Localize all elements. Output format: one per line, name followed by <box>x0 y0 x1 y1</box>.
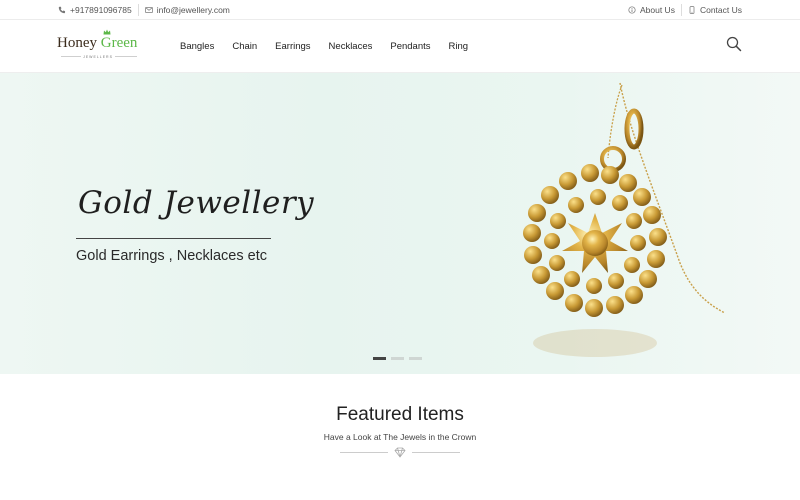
email-link[interactable]: info@jewellery.com <box>144 5 230 15</box>
mail-icon <box>144 7 153 13</box>
nav-item-chain[interactable]: Chain <box>232 41 257 52</box>
slide-dot-1[interactable] <box>373 357 386 360</box>
mobile-icon <box>689 6 695 14</box>
contact-info: +917891096785 info@jewellery.com <box>58 0 230 20</box>
brand-name: Honey Green <box>57 34 137 52</box>
contact-us-link[interactable]: Contact Us <box>688 5 742 15</box>
nav-item-necklaces[interactable]: Necklaces <box>329 41 373 52</box>
contact-us-label: Contact Us <box>699 5 742 15</box>
diamond-icon <box>394 447 406 458</box>
hero-title: Gold Jewellery <box>78 185 315 221</box>
top-bar: +917891096785 info@jewellery.com About U… <box>0 0 800 20</box>
slide-dot-2[interactable] <box>391 357 404 360</box>
featured-tagline: Have a Look at The Jewels in the Crown <box>323 432 477 442</box>
separator <box>137 4 139 16</box>
main-header: Honey Green JEWELLERS Bangles Chain Earr… <box>0 20 800 73</box>
phone-number: +917891096785 <box>70 5 132 15</box>
hero-rule <box>76 238 271 239</box>
featured-heading: Featured Items <box>336 404 464 425</box>
brand-tagline: JEWELLERS <box>81 55 115 59</box>
top-links: About Us Contact Us <box>628 0 742 20</box>
phone-icon <box>58 6 66 14</box>
nav-item-bangles[interactable]: Bangles <box>180 41 214 52</box>
slider-dots <box>373 357 422 360</box>
separator <box>680 4 682 16</box>
gold-pendant-image <box>523 82 726 357</box>
brand-logo[interactable]: Honey Green JEWELLERS <box>57 29 139 64</box>
hero-subtitle: Gold Earrings , Necklaces etc <box>76 248 267 264</box>
slide-dot-3[interactable] <box>409 357 422 360</box>
brand-tagline-wrap: JEWELLERS <box>57 55 139 59</box>
section-divider <box>340 447 460 459</box>
main-nav: Bangles Chain Earrings Necklaces Pendant… <box>180 20 486 73</box>
featured-section: Featured Items Have a Look at The Jewels… <box>0 374 800 500</box>
phone-link[interactable]: +917891096785 <box>58 5 132 15</box>
email-address: info@jewellery.com <box>156 5 230 15</box>
nav-item-ring[interactable]: Ring <box>449 41 469 52</box>
divider-line-left <box>340 452 388 453</box>
about-us-link[interactable]: About Us <box>628 5 675 15</box>
nav-item-pendants[interactable]: Pendants <box>390 41 430 52</box>
info-icon <box>628 6 636 14</box>
about-us-label: About Us <box>639 5 675 15</box>
brand-name-part2: Green <box>100 35 138 51</box>
brand-name-part1: Honey <box>57 35 97 51</box>
nav-item-earrings[interactable]: Earrings <box>275 41 310 52</box>
divider-line-right <box>412 452 460 453</box>
search-icon[interactable] <box>726 36 742 52</box>
hero-slider: Gold Jewellery Gold Earrings , Necklaces… <box>0 73 800 374</box>
